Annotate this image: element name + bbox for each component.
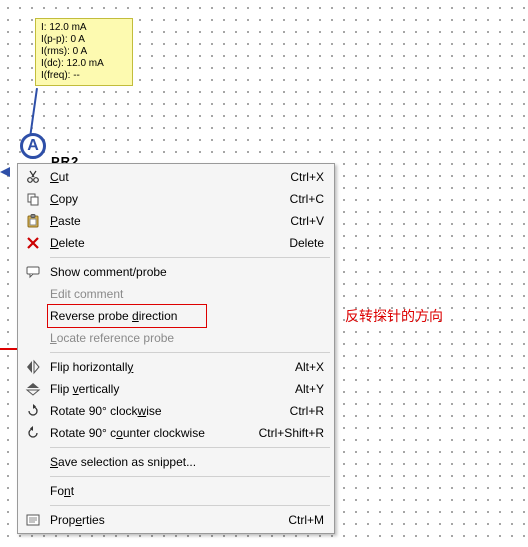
ammeter-icon[interactable]: A <box>20 133 46 159</box>
menu-item-shortcut: Delete <box>289 236 328 250</box>
menu-item-label: Cut <box>44 170 290 184</box>
menu-item[interactable]: Save selection as snippet... <box>20 451 332 473</box>
probe-line: I: 12.0 mA <box>41 22 127 34</box>
menu-item-label: Paste <box>44 214 290 228</box>
flip-h-icon <box>22 358 44 376</box>
menu-item-shortcut: Alt+Y <box>295 382 328 396</box>
menu-item-shortcut: Ctrl+Shift+R <box>259 426 328 440</box>
ammeter-label: A <box>27 137 39 155</box>
menu-separator <box>50 476 330 477</box>
menu-separator <box>50 257 330 258</box>
blank-icon <box>22 329 44 347</box>
menu-separator <box>50 505 330 506</box>
rot-ccw-icon <box>22 424 44 442</box>
blank-icon <box>22 285 44 303</box>
menu-item-label: Rotate 90° clockwise <box>44 404 290 418</box>
delete-icon <box>22 234 44 252</box>
menu-item: Locate reference probe <box>20 327 332 349</box>
menu-item-label: Delete <box>44 236 289 250</box>
menu-item-label: Copy <box>44 192 290 206</box>
blank-icon <box>22 307 44 325</box>
annotation-text: 反转探针的方向 <box>345 306 443 326</box>
paste-icon <box>22 212 44 230</box>
wire-segment <box>0 348 17 350</box>
menu-item[interactable]: Font <box>20 480 332 502</box>
probe-line: I(freq): -- <box>41 70 127 82</box>
menu-item[interactable]: CopyCtrl+C <box>20 188 332 210</box>
menu-item-label: Font <box>44 484 324 498</box>
arrow-icon <box>0 167 10 177</box>
menu-item: Edit comment <box>20 283 332 305</box>
probe-line: I(rms): 0 A <box>41 46 127 58</box>
rot-cw-icon <box>22 402 44 420</box>
menu-item-label: Edit comment <box>44 287 324 301</box>
blank-icon <box>22 453 44 471</box>
menu-item-label: Save selection as snippet... <box>44 455 324 469</box>
menu-item-label: Flip vertically <box>44 382 295 396</box>
probe-line: I(p-p): 0 A <box>41 34 127 46</box>
menu-item[interactable]: CutCtrl+X <box>20 166 332 188</box>
menu-item-label: Locate reference probe <box>44 331 324 345</box>
menu-item-shortcut: Ctrl+V <box>290 214 328 228</box>
menu-item[interactable]: Flip horizontallyAlt+X <box>20 356 332 378</box>
menu-item[interactable]: Flip verticallyAlt+Y <box>20 378 332 400</box>
menu-item-shortcut: Ctrl+M <box>288 513 328 527</box>
comment-icon <box>22 263 44 281</box>
menu-item[interactable]: Rotate 90° clockwiseCtrl+R <box>20 400 332 422</box>
menu-separator <box>50 352 330 353</box>
menu-item[interactable]: Show comment/probe <box>20 261 332 283</box>
menu-item-shortcut: Ctrl+C <box>290 192 328 206</box>
menu-item[interactable]: PropertiesCtrl+M <box>20 509 332 531</box>
menu-item[interactable]: DeleteDelete <box>20 232 332 254</box>
cut-icon <box>22 168 44 186</box>
probe-tooltip: I: 12.0 mA I(p-p): 0 A I(rms): 0 A I(dc)… <box>35 18 133 86</box>
menu-item-label: Rotate 90° counter clockwise <box>44 426 259 440</box>
menu-item-label: Flip horizontally <box>44 360 295 374</box>
menu-item-shortcut: Ctrl+R <box>290 404 328 418</box>
menu-item-shortcut: Ctrl+X <box>290 170 328 184</box>
properties-icon <box>22 511 44 529</box>
menu-item-label: Properties <box>44 513 288 527</box>
menu-item-label: Reverse probe direction <box>44 309 324 323</box>
copy-icon <box>22 190 44 208</box>
probe-line: I(dc): 12.0 mA <box>41 58 127 70</box>
menu-separator <box>50 447 330 448</box>
menu-item[interactable]: Rotate 90° counter clockwiseCtrl+Shift+R <box>20 422 332 444</box>
menu-item-shortcut: Alt+X <box>295 360 328 374</box>
menu-item[interactable]: PasteCtrl+V <box>20 210 332 232</box>
context-menu: CutCtrl+XCopyCtrl+CPasteCtrl+VDeleteDele… <box>17 163 335 534</box>
menu-item-label: Show comment/probe <box>44 265 324 279</box>
menu-item[interactable]: Reverse probe direction <box>20 305 332 327</box>
flip-v-icon <box>22 380 44 398</box>
blank-icon <box>22 482 44 500</box>
